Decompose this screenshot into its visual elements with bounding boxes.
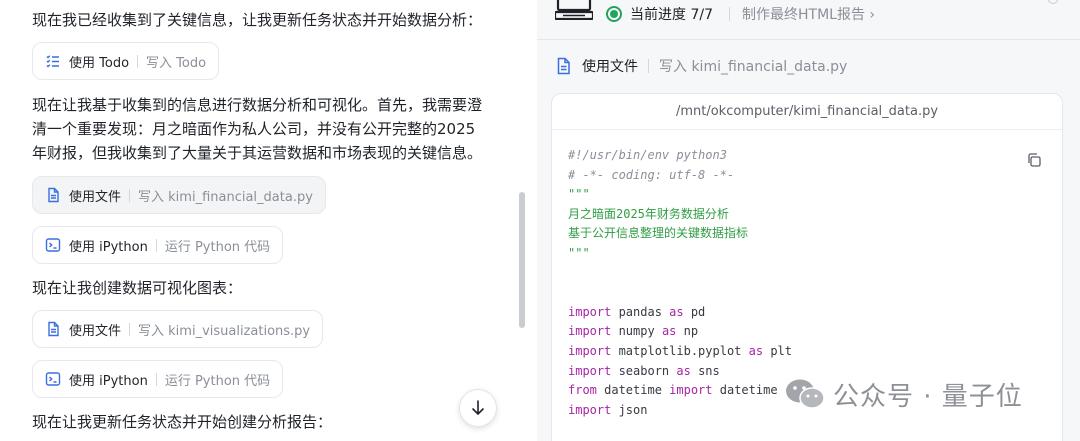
code-keyword: import — [568, 363, 612, 378]
chip-divider — [137, 54, 139, 68]
terminal-icon — [45, 371, 61, 387]
file-action-header: 使用文件 写入 kimi_financial_data.py — [554, 55, 847, 77]
code-keyword: as — [669, 304, 684, 319]
code-text: datetime — [596, 383, 670, 398]
editor-file-path: /mnt/okcomputer/kimi_financial_data.py — [552, 94, 1062, 130]
code-line: 月之暗面2025年财务数据分析 — [568, 205, 792, 225]
chat-message: 现在让我基于收集到的信息进行数据分析和可视化。首先，我需要澄清一个重要发现：月之… — [32, 96, 483, 162]
code-content[interactable]: #!/usr/bin/env python3 # -*- coding: utf-… — [568, 146, 792, 441]
wechat-icon — [786, 379, 825, 409]
chat-message: 现在让我更新任务状态并开始创建分析报告： — [32, 413, 333, 431]
code-text: np — [676, 324, 699, 339]
code-text: pd — [683, 304, 706, 319]
chip-divider — [155, 372, 157, 386]
code-keyword: import — [669, 383, 713, 398]
code-docstring: 基于公开信息整理的关键数据指标 — [568, 226, 749, 241]
code-keyword: as — [748, 343, 764, 358]
progress-status-icon — [606, 6, 622, 22]
code-line: import seaborn as sns — [568, 362, 792, 382]
code-keyword: import — [568, 324, 612, 339]
code-text: matplotlib.pyplot — [611, 343, 749, 358]
code-keyword: import — [568, 343, 612, 358]
code-line: """ — [568, 244, 792, 264]
code-line: """ — [568, 185, 792, 205]
code-keyword: as — [676, 363, 691, 378]
chip-tool-label: 使用文件 — [69, 189, 122, 205]
chat-panel: 现在我已经收集到了关键信息，让我更新任务状态并开始数据分析： 使用 Todo 写… — [0, 0, 537, 441]
code-keyword: from — [568, 383, 597, 398]
file-icon — [45, 187, 61, 203]
chip-divider — [155, 238, 157, 252]
copy-icon[interactable] — [1026, 152, 1042, 168]
chat-message: 现在我已经收集到了关键信息，让我更新任务状态并开始数据分析： — [32, 11, 483, 29]
code-text: datetime — [712, 383, 778, 398]
chat-scrollbar[interactable] — [519, 192, 525, 328]
file-icon — [557, 57, 570, 75]
code-text: plt — [763, 343, 792, 358]
code-line: import numpy as np — [568, 322, 792, 342]
chip-action-label: 运行 Python 代码 — [164, 239, 271, 255]
file-action-label: 写入 kimi_financial_data.py — [659, 59, 848, 75]
progress-label: 当前进度 7/7 — [630, 7, 713, 23]
code-docstring: """ — [568, 245, 590, 260]
arrow-down-icon — [472, 400, 484, 415]
progress-bar-header: 当前进度 7/7 制作最终HTML报告 › — [537, 0, 1080, 40]
watermark: 公众号 · 量子位 — [785, 374, 1023, 414]
tool-chip-ipython[interactable]: 使用 iPython 运行 Python 代码 — [32, 226, 284, 264]
watermark-text: 公众号 · 量子位 — [833, 381, 1023, 412]
code-docstring: 月之暗面2025年财务数据分析 — [568, 206, 729, 221]
chip-action-label: 写入 kimi_financial_data.py — [138, 189, 313, 205]
code-keyword: import — [568, 304, 612, 319]
tool-chip-file[interactable]: 使用文件 写入 kimi_financial_data.py — [32, 176, 326, 214]
file-divider — [648, 59, 649, 73]
computer-icon — [555, 0, 593, 20]
chat-message: 现在让我创建数据可视化图表： — [32, 279, 243, 297]
tool-chip-file[interactable]: 使用文件 写入 kimi_visualizations.py — [32, 310, 324, 348]
chip-tool-label: 使用文件 — [69, 323, 122, 339]
code-docstring: """ — [568, 187, 590, 202]
chip-tool-label: 使用 iPython — [69, 373, 148, 389]
code-text: seaborn — [611, 363, 677, 378]
code-text: sns — [690, 363, 720, 378]
computer-panel: 当前进度 7/7 制作最终HTML报告 › 使用文件 写入 kimi_finan… — [537, 0, 1080, 441]
chip-action-label: 运行 Python 代码 — [164, 373, 271, 389]
file-tool-label: 使用文件 — [582, 59, 638, 75]
code-keyword: as — [661, 324, 677, 339]
code-text: json — [611, 402, 648, 417]
file-icon — [45, 321, 61, 337]
code-line: #!/usr/bin/env python3 — [568, 146, 792, 166]
code-text: numpy — [611, 324, 662, 339]
scroll-to-bottom-button[interactable] — [459, 389, 497, 427]
tool-chip-todo[interactable]: 使用 Todo 写入 Todo — [32, 42, 220, 80]
code-comment: # -*- coding: utf-8 -*- — [568, 167, 735, 182]
chip-action-label: 写入 kimi_visualizations.py — [138, 323, 311, 339]
code-text: pandas — [611, 304, 670, 319]
code-line: import matplotlib.pyplot as plt — [568, 342, 792, 362]
todo-list-icon — [45, 53, 61, 69]
window-control-icon[interactable] — [1048, 0, 1058, 4]
code-line: 基于公开信息整理的关键数据指标 — [568, 224, 792, 244]
chip-action-label: 写入 Todo — [146, 55, 207, 71]
tool-chip-ipython[interactable]: 使用 iPython 运行 Python 代码 — [32, 360, 284, 398]
code-keyword: import — [568, 402, 612, 417]
code-line: import pandas as pd — [568, 303, 792, 323]
progress-divider — [729, 7, 730, 21]
chip-tool-label: 使用 Todo — [69, 55, 130, 71]
next-step-link[interactable]: 制作最终HTML报告 › — [742, 4, 875, 24]
code-line: import json — [568, 401, 792, 421]
chip-divider — [129, 322, 131, 336]
code-comment: #!/usr/bin/env python3 — [568, 148, 727, 162]
chip-divider — [129, 188, 131, 202]
code-line: from datetime import datetime — [568, 381, 792, 401]
terminal-icon — [45, 237, 61, 253]
code-line: # -*- coding: utf-8 -*- — [568, 166, 792, 186]
chip-tool-label: 使用 iPython — [69, 239, 148, 255]
